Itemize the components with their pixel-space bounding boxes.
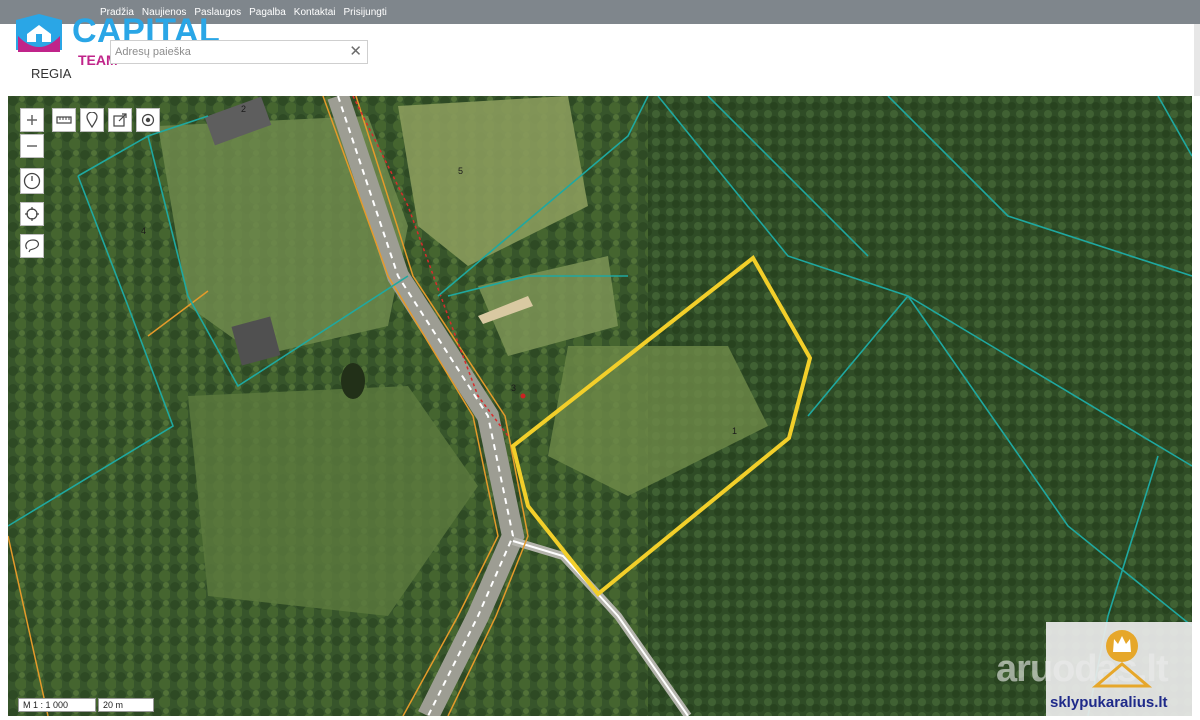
parcel-label: 5	[458, 166, 464, 176]
region-label: REGIA	[31, 66, 72, 81]
zoom-out-button[interactable]	[20, 134, 44, 158]
nav-item-contacts[interactable]: Kontaktai	[294, 7, 336, 18]
share-icon	[113, 113, 127, 127]
aerial-imagery	[8, 96, 1192, 716]
parcel-label: 4	[141, 226, 147, 236]
close-icon[interactable]: ✕	[349, 43, 362, 61]
target-icon	[141, 113, 155, 127]
scrollbar[interactable]	[1194, 24, 1200, 96]
parcel-label: 2	[241, 104, 247, 114]
address-search: ✕	[110, 40, 368, 64]
marker-button[interactable]	[80, 108, 104, 132]
draw-area-button[interactable]	[20, 234, 44, 258]
clock-icon	[23, 172, 41, 190]
map-view[interactable]: 1 2 3 4 5 M 1 : 1 000 20 m	[8, 96, 1192, 716]
search-input[interactable]	[115, 43, 345, 61]
crosshair-icon	[25, 207, 39, 221]
parcel-label: 3	[511, 383, 517, 393]
history-button[interactable]	[20, 168, 44, 194]
scale-bar: 20 m	[98, 698, 154, 712]
brand-badge: sklypukaralius.lt	[1046, 622, 1192, 716]
measure-button[interactable]	[52, 108, 76, 132]
nav-item-help[interactable]: Pagalba	[249, 7, 286, 18]
lasso-icon	[25, 239, 39, 253]
crown-logo-icon	[1091, 630, 1153, 688]
plus-icon	[27, 115, 37, 125]
map-pin-icon	[86, 112, 98, 128]
nav-item-login[interactable]: Prisijungti	[344, 7, 387, 18]
parcel-label: 1	[732, 426, 738, 436]
minus-icon	[27, 145, 37, 147]
house-logo-icon	[16, 14, 62, 52]
scale-ratio: M 1 : 1 000	[18, 698, 96, 712]
my-location-button[interactable]	[20, 202, 44, 226]
map-scale: M 1 : 1 000 20 m	[18, 698, 154, 712]
locate-button[interactable]	[136, 108, 160, 132]
ruler-icon	[56, 116, 72, 124]
export-button[interactable]	[108, 108, 132, 132]
brand-name: sklypukaralius.lt	[1050, 694, 1168, 711]
zoom-in-button[interactable]	[20, 108, 44, 132]
